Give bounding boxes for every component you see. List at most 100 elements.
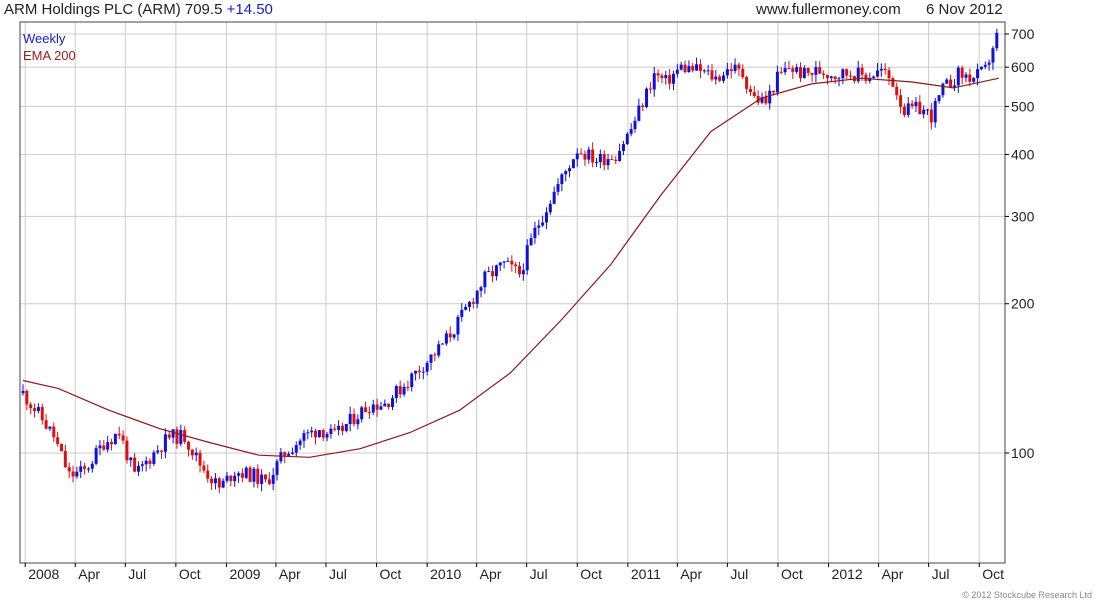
candle-up xyxy=(479,287,483,291)
ema-series xyxy=(22,77,1000,458)
candle-down xyxy=(698,64,702,71)
candle-down xyxy=(641,105,645,108)
candle-up xyxy=(706,70,710,72)
chart-legend: Weekly EMA 200 xyxy=(23,30,76,64)
candle-down xyxy=(883,68,887,71)
candle-up xyxy=(414,370,418,374)
candle-up xyxy=(129,457,133,461)
x-tick-label: 2010 xyxy=(430,566,461,582)
candle-up xyxy=(379,406,383,410)
candle-down xyxy=(125,440,129,461)
candle-down xyxy=(133,457,137,472)
candle-up xyxy=(21,390,25,394)
candle-down xyxy=(175,429,179,444)
plot-frame xyxy=(19,21,1006,564)
candle-down xyxy=(67,467,71,472)
candle-down xyxy=(110,442,114,445)
candle-up xyxy=(136,465,140,472)
x-tick-label: Jul xyxy=(128,566,146,582)
candle-down xyxy=(602,153,606,166)
candle-down xyxy=(845,69,849,76)
candle-up xyxy=(552,191,556,204)
candle-down xyxy=(229,475,233,482)
candle-up xyxy=(144,460,148,465)
candle-down xyxy=(375,404,379,410)
candle-down xyxy=(960,67,964,78)
candle-down xyxy=(202,465,206,471)
candle-down xyxy=(825,74,829,79)
candle-down xyxy=(752,92,756,97)
candle-up xyxy=(221,480,225,488)
candle-up xyxy=(237,473,241,476)
candle-up xyxy=(725,69,729,76)
candle-down xyxy=(210,478,214,484)
x-tick-label: Oct xyxy=(380,566,402,582)
y-tick-label: 100 xyxy=(1011,445,1035,461)
candle-down xyxy=(387,403,391,408)
candle-up xyxy=(922,109,926,115)
candle-up xyxy=(533,227,537,239)
candle-up xyxy=(402,386,406,395)
x-tick-label: Oct xyxy=(179,566,201,582)
candle-up xyxy=(337,425,341,430)
candle-up xyxy=(525,245,529,271)
candle-up xyxy=(494,265,498,277)
candle-down xyxy=(491,271,495,277)
candle-down xyxy=(822,73,826,75)
candle-down xyxy=(710,70,714,80)
candle-down xyxy=(217,478,221,488)
candle-up xyxy=(75,471,79,477)
candle-down xyxy=(810,72,814,75)
candle-up xyxy=(987,62,991,65)
x-tick-label: Apr xyxy=(480,566,502,582)
candle-up xyxy=(464,306,468,310)
candle-down xyxy=(729,69,733,72)
x-tick-label: Apr xyxy=(680,566,702,582)
candle-up xyxy=(498,262,502,266)
candle-up xyxy=(271,474,275,484)
candle-up xyxy=(637,105,641,121)
candle-up xyxy=(695,64,699,71)
candle-up xyxy=(456,316,460,335)
candle-down xyxy=(772,90,776,93)
candle-down xyxy=(806,67,810,73)
x-tick-label: Apr xyxy=(882,566,904,582)
candle-down xyxy=(471,301,475,304)
candle-down xyxy=(895,86,899,96)
candle-down xyxy=(887,70,891,79)
candle-up xyxy=(194,452,198,456)
y-tick-label: 300 xyxy=(1011,208,1035,224)
candle-up xyxy=(575,153,579,160)
candle-up xyxy=(371,404,375,413)
candle-down xyxy=(406,386,410,388)
candle-up xyxy=(964,74,968,78)
candle-up xyxy=(671,73,675,84)
candle-down xyxy=(656,73,660,76)
candle-up xyxy=(317,430,321,438)
candle-up xyxy=(979,66,983,70)
copyright-notice: © 2012 Stockcube Research Ltd xyxy=(962,590,1092,600)
candle-down xyxy=(610,159,614,161)
candle-down xyxy=(918,101,922,115)
candle-down xyxy=(510,260,514,265)
candle-down xyxy=(52,426,56,438)
candle-up xyxy=(290,452,294,454)
candle-up xyxy=(171,429,175,438)
candle-up xyxy=(213,478,217,484)
candle-down xyxy=(206,470,210,479)
candle-down xyxy=(148,460,152,464)
candle-up xyxy=(872,76,876,78)
candle-up xyxy=(768,90,772,104)
candle-up xyxy=(829,76,833,79)
candle-up xyxy=(783,68,787,73)
candle-up xyxy=(310,430,314,433)
candle-up xyxy=(814,67,818,75)
candle-down xyxy=(40,407,44,421)
candle-up xyxy=(360,407,364,420)
candle-up xyxy=(687,66,691,73)
y-tick-label: 600 xyxy=(1011,59,1035,75)
candle-up xyxy=(425,362,429,372)
candle-up xyxy=(252,468,256,482)
candle-up xyxy=(714,76,718,80)
candle-down xyxy=(256,468,260,484)
